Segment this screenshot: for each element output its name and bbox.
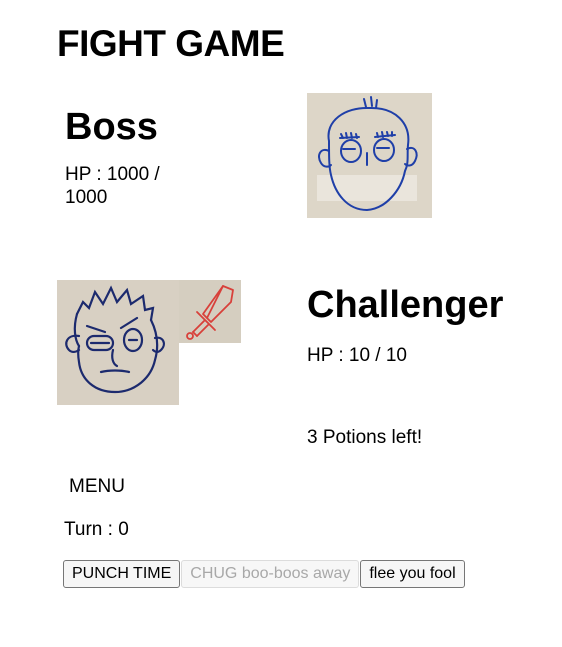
challenger-portrait bbox=[57, 280, 179, 405]
potions-left-text: 3 Potions left! bbox=[307, 427, 423, 448]
chug-potion-button[interactable]: CHUG boo-boos away bbox=[181, 560, 360, 588]
boss-face-sketch-icon bbox=[317, 96, 418, 212]
challenger-hp: HP : 10 / 10 bbox=[307, 345, 407, 366]
challenger-name: Challenger bbox=[307, 284, 504, 326]
challenger-face-sketch-icon bbox=[65, 285, 165, 394]
sword-portrait bbox=[179, 280, 241, 343]
action-buttons: PUNCH TIME CHUG boo-boos away flee you f… bbox=[63, 560, 465, 588]
turn-counter: Turn : 0 bbox=[64, 519, 129, 540]
menu-title: MENU bbox=[69, 476, 125, 497]
boss-portrait bbox=[307, 93, 432, 218]
boss-name: Boss bbox=[65, 106, 158, 148]
sword-sketch-icon bbox=[186, 285, 234, 340]
flee-button[interactable]: flee you fool bbox=[360, 560, 465, 588]
game-title: FIGHT GAME bbox=[57, 23, 285, 64]
punch-button[interactable]: PUNCH TIME bbox=[63, 560, 181, 588]
boss-hp: HP : 1000 / 1000 bbox=[65, 164, 160, 208]
